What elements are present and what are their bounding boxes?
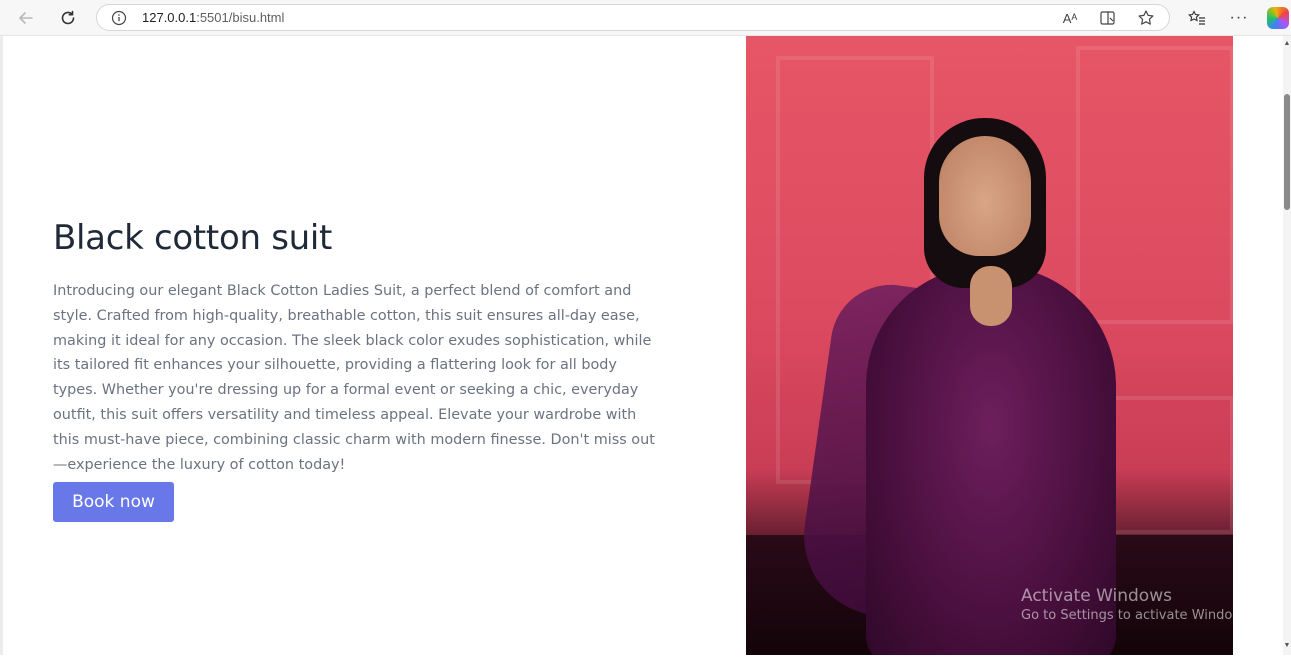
favorites-list-icon[interactable] — [1185, 6, 1209, 30]
url-host: 127.0.0.1 — [142, 10, 197, 25]
watermark-line1: Activate Windows — [1021, 586, 1172, 606]
photo-figure-face — [939, 136, 1031, 256]
book-now-button[interactable]: Book now — [53, 482, 174, 522]
windows-activation-watermark: Activate Windows Go to Settings to activ… — [1021, 586, 1233, 623]
url-path: :5501/bisu.html — [196, 10, 285, 25]
read-aloud-icon[interactable]: Aᴬ — [1060, 9, 1080, 27]
more-options-icon[interactable]: ··· — [1227, 6, 1251, 30]
info-icon[interactable] — [109, 9, 129, 27]
read-aloud-glyph: Aᴬ — [1062, 10, 1078, 26]
scroll-down-arrow-icon[interactable]: ▼ — [1283, 642, 1291, 650]
url-text[interactable]: 127.0.0.1:5501/bisu.html — [142, 10, 284, 25]
product-title: Black cotton suit — [53, 218, 333, 258]
page-viewport: Black cotton suit Introducing our elegan… — [0, 36, 1283, 655]
product-image: Activate Windows Go to Settings to activ… — [746, 36, 1233, 655]
browser-toolbar: 127.0.0.1:5501/bisu.html Aᴬ ··· — [0, 0, 1291, 36]
watermark-line2: Go to Settings to activate Windows. — [1021, 608, 1233, 623]
vertical-scrollbar[interactable]: ▲ ▼ — [1283, 36, 1291, 655]
back-arrow-icon[interactable] — [14, 6, 38, 30]
immersive-reader-icon[interactable] — [1098, 9, 1118, 27]
scroll-up-arrow-icon[interactable]: ▲ — [1283, 40, 1291, 48]
wall-panel-right-top — [1076, 46, 1233, 324]
favorite-star-icon[interactable] — [1136, 9, 1156, 27]
address-bar[interactable]: 127.0.0.1:5501/bisu.html Aᴬ — [96, 4, 1170, 31]
scrollbar-thumb[interactable] — [1284, 94, 1290, 210]
photo-figure-hand — [970, 266, 1012, 326]
copilot-icon[interactable] — [1267, 7, 1289, 29]
refresh-icon[interactable] — [56, 6, 80, 30]
product-description: Introducing our elegant Black Cotton Lad… — [53, 283, 655, 473]
